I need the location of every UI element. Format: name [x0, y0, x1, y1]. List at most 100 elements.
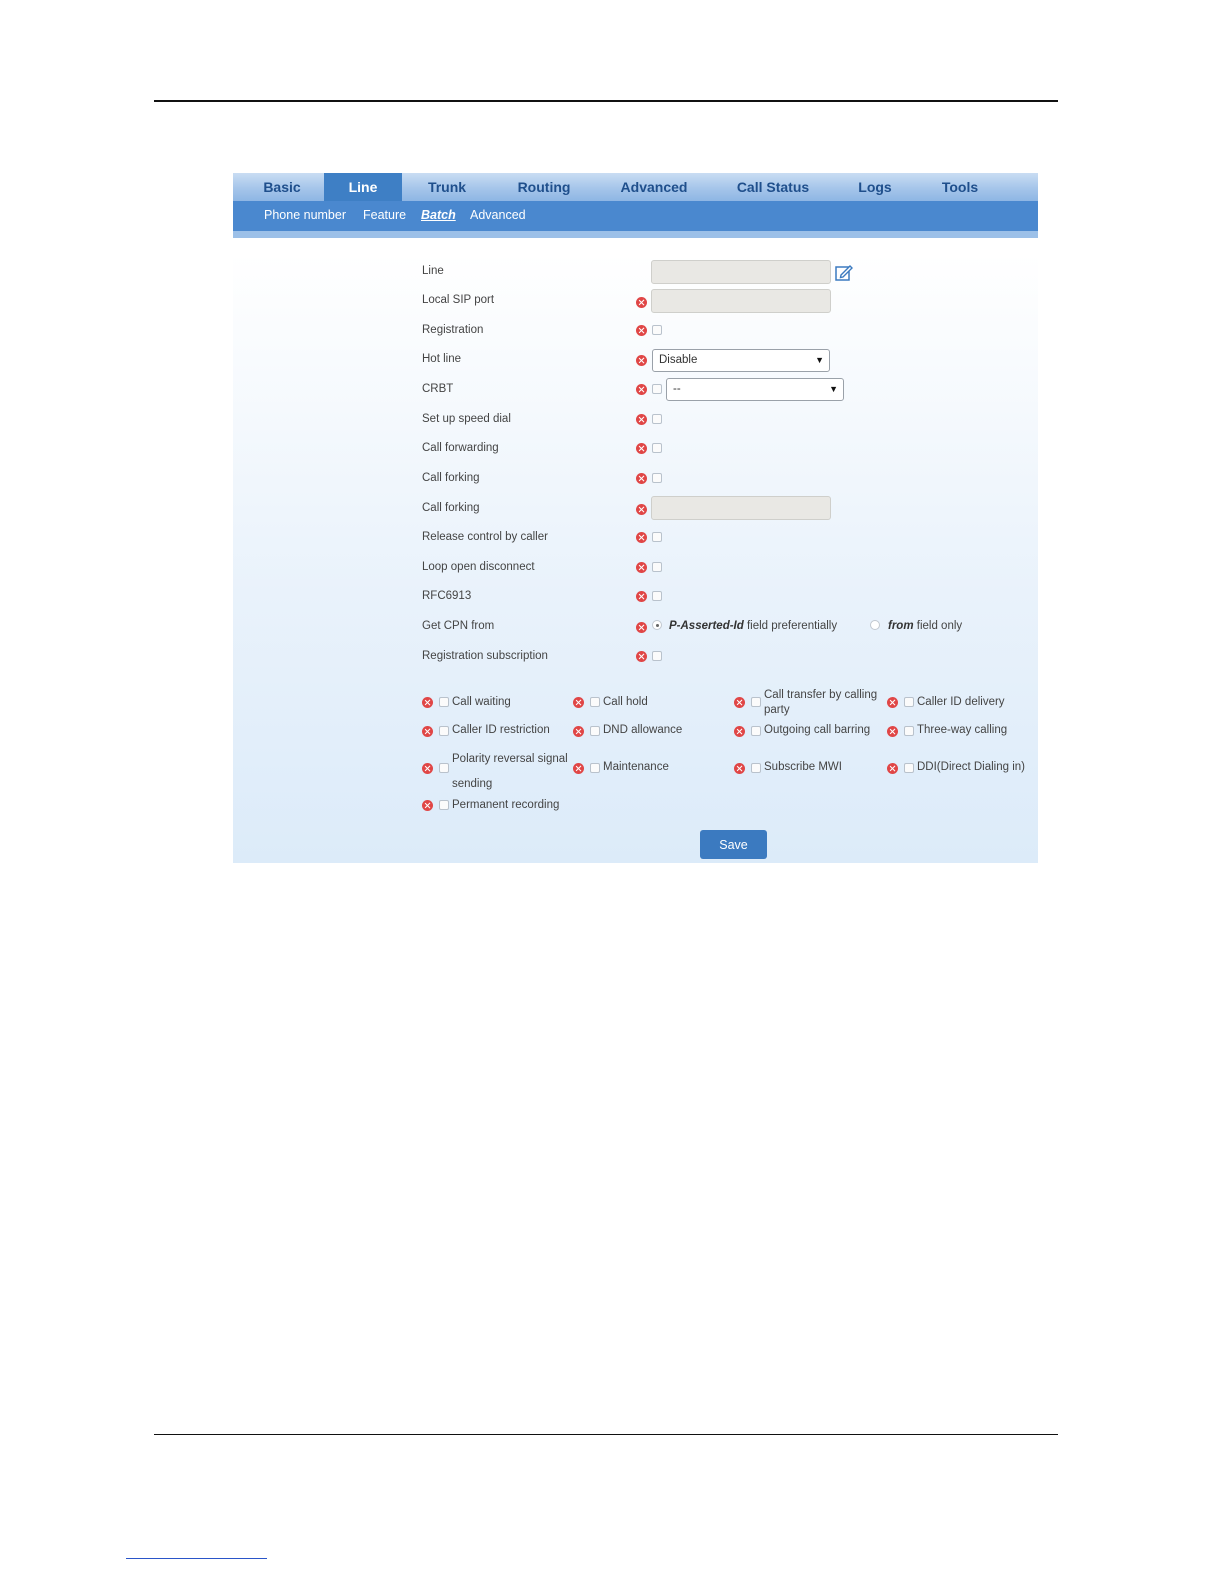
close-icon[interactable] [636, 532, 647, 543]
close-icon[interactable] [573, 763, 584, 774]
close-icon[interactable] [636, 384, 647, 395]
rfc6913-checkbox[interactable] [652, 591, 662, 601]
close-icon[interactable] [734, 763, 745, 774]
call-transfer-label: Call transfer by calling party [764, 689, 878, 716]
line-field[interactable] [651, 260, 831, 284]
cpn-passerted-rest: field preferentially [743, 620, 838, 632]
close-icon[interactable] [422, 763, 433, 774]
local-sip-port-field[interactable] [651, 289, 831, 313]
config-panel: Basic Line Trunk Routing Advanced Call S… [233, 173, 1038, 863]
speed-dial-checkbox[interactable] [652, 414, 662, 424]
registration-subscription-label: Registration subscription [422, 650, 548, 662]
call-transfer-checkbox[interactable] [751, 697, 761, 707]
tab-logs[interactable]: Logs [845, 173, 905, 201]
close-icon[interactable] [636, 355, 647, 366]
cpn-passerted-radio[interactable] [652, 620, 662, 630]
polarity-reversal-checkbox[interactable] [439, 763, 449, 773]
close-icon[interactable] [636, 504, 647, 515]
permanent-recording-checkbox[interactable] [439, 800, 449, 810]
close-icon[interactable] [636, 473, 647, 484]
close-icon[interactable] [734, 726, 745, 737]
tab-basic[interactable]: Basic [249, 173, 315, 201]
call-forwarding-checkbox[interactable] [652, 443, 662, 453]
caller-id-restriction-checkbox[interactable] [439, 726, 449, 736]
local-sip-port-label: Local SIP port [422, 294, 495, 306]
hotline-select[interactable]: Disable ▼ [652, 349, 830, 372]
polarity-reversal-label: Polarity reversal signal sending [452, 753, 568, 790]
tab-trunk[interactable]: Trunk [413, 173, 481, 201]
three-way-calling-label: Three-way calling [917, 724, 1008, 736]
close-icon[interactable] [636, 414, 647, 425]
caller-id-delivery-checkbox[interactable] [904, 697, 914, 707]
three-way-calling-checkbox[interactable] [904, 726, 914, 736]
registration-label: Registration [422, 324, 484, 336]
call-waiting-label: Call waiting [452, 696, 511, 708]
crbt-select-value: -- [673, 383, 681, 395]
maintenance-checkbox[interactable] [590, 763, 600, 773]
crbt-label: CRBT [422, 383, 454, 395]
call-forking-label: Call forking [422, 472, 480, 484]
subtab-batch[interactable]: Batch [421, 201, 456, 231]
dropdown-arrow-icon: ▼ [829, 384, 838, 394]
cpn-from-em: from [888, 620, 914, 632]
crbt-checkbox[interactable] [652, 384, 662, 394]
call-forwarding-label: Call forwarding [422, 442, 499, 454]
close-icon[interactable] [636, 443, 647, 454]
subtab-advanced[interactable]: Advanced [470, 201, 526, 231]
outgoing-call-barring-label: Outgoing call barring [764, 724, 871, 736]
cpn-from-radio[interactable] [870, 620, 880, 630]
close-icon[interactable] [422, 800, 433, 811]
dnd-allowance-label: DND allowance [603, 724, 683, 736]
cpn-from-text: from field only [888, 620, 962, 632]
close-icon[interactable] [887, 697, 898, 708]
close-icon[interactable] [887, 726, 898, 737]
subscribe-mwi-label: Subscribe MWI [764, 761, 842, 773]
release-control-label: Release control by caller [422, 531, 548, 543]
tab-tools[interactable]: Tools [929, 173, 991, 201]
ddi-checkbox[interactable] [904, 763, 914, 773]
tab-call-status[interactable]: Call Status [725, 173, 821, 201]
loop-open-disconnect-label: Loop open disconnect [422, 561, 535, 573]
call-hold-checkbox[interactable] [590, 697, 600, 707]
call-forking-field[interactable] [651, 496, 831, 520]
cpn-from-rest: field only [913, 620, 963, 632]
main-nav: Basic Line Trunk Routing Advanced Call S… [233, 173, 1038, 201]
close-icon[interactable] [422, 726, 433, 737]
cpn-passerted-text: P-Asserted-Id field preferentially [669, 620, 837, 632]
get-cpn-label: Get CPN from [422, 620, 495, 632]
dnd-allowance-checkbox[interactable] [590, 726, 600, 736]
subtab-feature[interactable]: Feature [363, 201, 406, 231]
tab-line[interactable]: Line [324, 173, 402, 201]
close-icon[interactable] [636, 622, 647, 633]
tab-advanced[interactable]: Advanced [609, 173, 699, 201]
close-icon[interactable] [636, 562, 647, 573]
rfc6913-label: RFC6913 [422, 590, 472, 602]
close-icon[interactable] [734, 697, 745, 708]
outgoing-call-barring-checkbox[interactable] [751, 726, 761, 736]
close-icon[interactable] [573, 697, 584, 708]
subscribe-mwi-checkbox[interactable] [751, 763, 761, 773]
crbt-select[interactable]: -- ▼ [666, 378, 844, 401]
page-footer-rule [154, 1434, 1058, 1435]
loop-open-disconnect-checkbox[interactable] [652, 562, 662, 572]
call-forking-value-label: Call forking [422, 502, 480, 514]
subtab-phone-number[interactable]: Phone number [264, 201, 346, 231]
hotline-label: Hot line [422, 353, 461, 365]
registration-checkbox[interactable] [652, 325, 662, 335]
registration-subscription-checkbox[interactable] [652, 651, 662, 661]
close-icon[interactable] [636, 325, 647, 336]
save-button[interactable]: Save [700, 830, 767, 859]
close-icon[interactable] [636, 591, 647, 602]
close-icon[interactable] [636, 297, 647, 308]
call-forking-checkbox[interactable] [652, 473, 662, 483]
release-control-checkbox[interactable] [652, 532, 662, 542]
sub-nav: Phone number Feature Batch Advanced [233, 201, 1038, 231]
edit-icon[interactable] [835, 264, 853, 282]
close-icon[interactable] [636, 651, 647, 662]
call-waiting-checkbox[interactable] [439, 697, 449, 707]
close-icon[interactable] [573, 726, 584, 737]
close-icon[interactable] [422, 697, 433, 708]
tab-routing[interactable]: Routing [503, 173, 585, 201]
close-icon[interactable] [887, 763, 898, 774]
maintenance-label: Maintenance [603, 761, 669, 773]
